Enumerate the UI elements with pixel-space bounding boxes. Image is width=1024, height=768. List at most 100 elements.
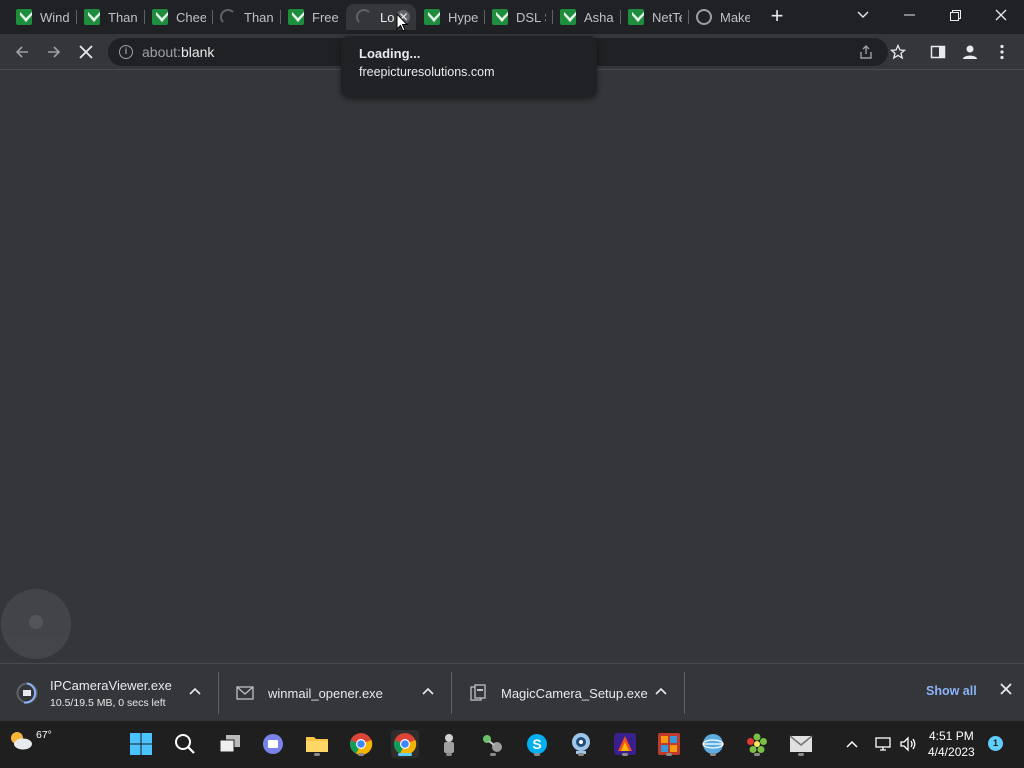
media-app-button[interactable] — [611, 730, 639, 758]
download-item[interactable]: IPCameraViewer.exe 10.5/19.5 MB, 0 secs … — [16, 664, 172, 722]
tab-10[interactable]: NetTe — [628, 4, 682, 30]
volume-tray-button[interactable] — [898, 734, 918, 754]
green-shield-icon — [16, 9, 32, 25]
skype-button[interactable]: S — [523, 730, 551, 758]
camera-app-button[interactable] — [567, 730, 595, 758]
download-item[interactable]: winmail_opener.exe — [234, 664, 383, 722]
running-indicator — [314, 753, 320, 756]
clock-date: 4/4/2023 — [928, 745, 975, 759]
show-all-downloads-link[interactable]: Show all — [926, 684, 977, 698]
download-progress-icon — [16, 682, 38, 704]
stop-loading-button[interactable] — [74, 40, 98, 64]
hover-card-title: Loading... — [359, 46, 421, 61]
tab-search-button[interactable] — [840, 0, 886, 30]
download-filename: MagicCamera_Setup.exe — [501, 685, 648, 701]
chat-icon — [263, 734, 283, 754]
kebab-menu-icon — [1000, 44, 1004, 60]
nodes-app-icon — [483, 735, 502, 752]
chevron-up-icon — [655, 687, 667, 695]
file-explorer-button[interactable] — [303, 730, 331, 758]
network-app-button[interactable] — [479, 730, 507, 758]
search-icon — [175, 734, 195, 754]
running-indicator — [710, 753, 716, 756]
minimize-button[interactable] — [886, 0, 932, 30]
info-icon[interactable]: i — [119, 45, 133, 59]
menu-button[interactable] — [990, 40, 1014, 64]
globe-app-button[interactable] — [699, 730, 727, 758]
bookmark-button[interactable] — [886, 40, 910, 64]
green-shield-icon — [152, 9, 168, 25]
profile-button[interactable] — [958, 40, 982, 64]
address-url[interactable]: about:blank — [142, 44, 214, 60]
clock[interactable]: 4:51 PM 4/4/2023 — [928, 728, 975, 760]
download-divider — [451, 672, 452, 714]
partly-cloudy-icon — [11, 732, 32, 750]
chrome-taskbar-button[interactable] — [347, 730, 375, 758]
tab-title: Chee — [176, 9, 206, 25]
network-tray-button[interactable] — [874, 734, 894, 754]
tab-1[interactable]: Wind — [16, 4, 70, 30]
tab-11[interactable]: Make — [696, 4, 750, 30]
close-window-button[interactable] — [978, 0, 1024, 30]
skype-icon: S — [527, 734, 547, 754]
download-options-button[interactable] — [653, 684, 669, 700]
chevron-down-icon — [857, 11, 869, 18]
tab-8[interactable]: DSL S — [492, 4, 546, 30]
tab-title: Lo — [380, 9, 395, 25]
forward-button[interactable] — [42, 40, 66, 64]
loading-spinner-icon — [220, 9, 236, 25]
side-panel-button[interactable] — [926, 40, 950, 64]
tab-5[interactable]: Free — [288, 4, 340, 30]
running-indicator — [578, 753, 584, 756]
share-button[interactable] — [854, 40, 878, 64]
arrow-left-icon — [15, 46, 28, 58]
url-scheme: about: — [142, 44, 181, 60]
tab-7[interactable]: Hype — [424, 4, 478, 30]
chrome-active-taskbar-button[interactable] — [391, 730, 419, 758]
green-shield-icon — [492, 9, 508, 25]
tab-hover-card: Loading... freepicturesolutions.com — [341, 36, 597, 97]
green-shield-icon — [84, 9, 100, 25]
close-download-shelf-button[interactable] — [998, 683, 1014, 699]
download-filename: winmail_opener.exe — [268, 685, 383, 701]
icq-button[interactable] — [743, 730, 771, 758]
show-hidden-icons-button[interactable] — [842, 734, 862, 754]
floating-action-button[interactable] — [1, 589, 71, 659]
download-filename: IPCameraViewer.exe — [50, 677, 172, 693]
tab-divider — [144, 10, 145, 24]
download-options-button[interactable] — [420, 684, 436, 700]
teams-chat-button[interactable] — [259, 730, 287, 758]
start-button[interactable] — [127, 730, 155, 758]
envelope-icon — [789, 735, 813, 752]
cleaner-app-button[interactable] — [435, 730, 463, 758]
tab-divider — [212, 10, 213, 24]
green-shield-icon — [628, 9, 644, 25]
tab-title: NetTe — [652, 9, 682, 25]
tab-title: Than — [108, 9, 138, 25]
tab-2[interactable]: Than — [84, 4, 138, 30]
mail-app-button[interactable] — [787, 730, 815, 758]
weather-temperature: 67° — [36, 729, 52, 741]
tab-3[interactable]: Chee — [152, 4, 206, 30]
download-item[interactable]: MagicCamera_Setup.exe — [467, 664, 648, 722]
download-divider — [684, 672, 685, 714]
clock-time: 4:51 PM — [929, 729, 974, 743]
back-button[interactable] — [10, 40, 34, 64]
tab-4[interactable]: Than — [220, 4, 274, 30]
running-indicator — [358, 753, 364, 756]
chevron-up-icon — [189, 687, 201, 695]
restore-button[interactable] — [932, 0, 978, 30]
taskbar-search-button[interactable] — [171, 730, 199, 758]
weather-widget[interactable]: 67° — [8, 729, 52, 751]
download-options-button[interactable] — [187, 684, 203, 700]
task-view-button[interactable] — [216, 730, 244, 758]
new-tab-button[interactable]: + — [767, 5, 787, 27]
tab-divider — [552, 10, 553, 24]
mouse-cursor-icon — [396, 13, 408, 32]
loading-spinner-icon — [356, 9, 372, 25]
restore-icon — [949, 9, 961, 21]
page-content — [0, 70, 1024, 663]
installer-app-button[interactable] — [655, 730, 683, 758]
tab-9[interactable]: Asha — [560, 4, 614, 30]
notification-badge[interactable]: 1 — [988, 736, 1003, 751]
